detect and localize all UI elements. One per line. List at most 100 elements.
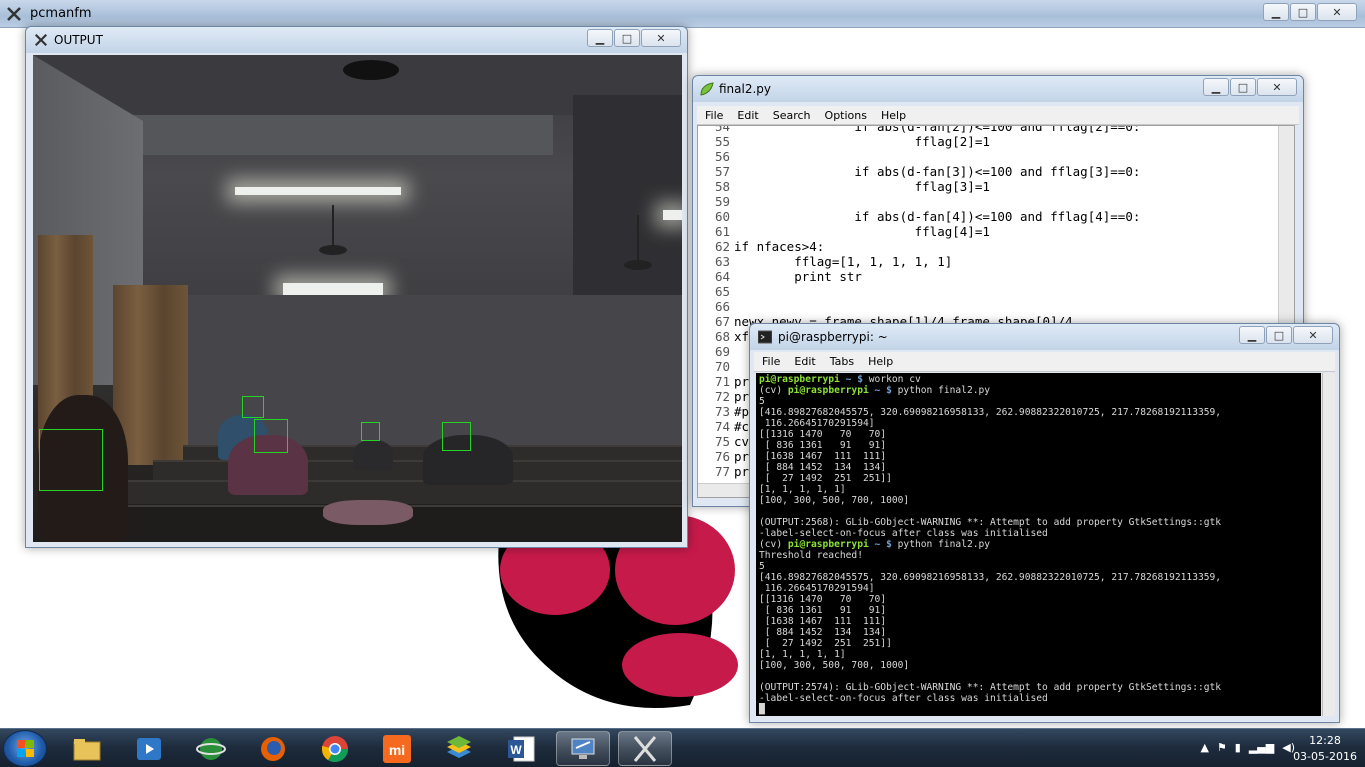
prompt-prefix: (cv) [759,385,788,396]
pcmanfm-titlebar[interactable]: pcmanfm ▁ □ ✕ [0,0,1365,28]
output-window[interactable]: OUTPUT ▁ □ ✕ [25,26,688,548]
line-text: #c [734,419,750,434]
minimize-button[interactable]: ▁ [1239,326,1265,344]
action-center-icon[interactable]: ⚑ [1217,741,1227,754]
taskbar-chrome[interactable] [308,731,362,766]
taskbar-mi-app[interactable]: mi [370,731,424,766]
ceiling-light [283,283,383,295]
terminal-title: pi@raspberrypi: ~ [778,330,888,344]
taskbar-firefox[interactable] [246,731,300,766]
line-number: 72 [714,389,730,404]
prompt-user: pi@raspberrypi [759,374,840,385]
line-text: if abs(d-fan[4])<=100 and fflag[4]==0: [734,209,1141,224]
menu-search[interactable]: Search [773,109,811,122]
line-text: fflag=[1, 1, 1, 1, 1] [734,254,953,269]
maximize-button[interactable]: □ [1266,326,1292,344]
line-number: 68 [714,329,730,344]
line-text: fflag[4]=1 [734,224,990,239]
code-line: 58 fflag[3]=1 [698,179,1140,194]
clock-time: 12:28 [1309,734,1341,747]
ceiling-fan [624,215,652,270]
code-line: 56 [698,149,1140,164]
menu-edit[interactable]: Edit [794,355,815,368]
terminal-line: [100, 300, 500, 700, 1000] [759,660,910,671]
taskbar-bluestacks[interactable] [432,731,486,766]
close-button[interactable]: ✕ [1293,326,1333,344]
code-line: 64 print str [698,269,1140,284]
minimize-button[interactable]: ▁ [1263,3,1289,21]
maximize-button[interactable]: □ [1290,3,1316,21]
code-line: 57 if abs(d-fan[3])<=100 and fflag[3]==0… [698,164,1140,179]
taskbar-explorer[interactable] [60,731,114,766]
terminal-line: [ 884 1452 134 134] [759,462,887,473]
line-text: xf [734,329,750,344]
terminal-output[interactable]: pi@raspberrypi ~ $ workon cv (cv) pi@rasp… [756,373,1321,716]
terminal-line: [ 27 1492 251 251]] [759,638,892,649]
prompt-path: ~ $ [839,374,863,385]
code-line: 59 [698,194,1140,209]
menu-file[interactable]: File [762,355,780,368]
show-hidden-icons-icon[interactable]: ▲ [1200,741,1208,754]
terminal-icon [758,330,772,344]
maximize-button[interactable]: □ [1230,78,1256,96]
terminal-line: █ [759,704,765,715]
line-text: pr [734,374,750,389]
line-number: 67 [714,314,730,329]
minimize-button[interactable]: ▁ [587,29,613,47]
terminal-line: -label-select-on-focus after class was i… [759,693,1048,704]
menu-edit[interactable]: Edit [737,109,758,122]
face-detection-box [442,422,471,451]
camera-frame [33,55,682,542]
chrome-icon [321,735,349,762]
prompt-user: pi@raspberrypi [787,385,869,396]
terminal-menubar: File Edit Tabs Help [754,352,1335,372]
terminal-line: (cv) pi@raspberrypi ~ $ python final2.py [759,539,1221,550]
battery-icon[interactable]: ▮ [1235,741,1241,754]
menu-tabs[interactable]: Tabs [830,355,854,368]
terminal-line: [416.89827682045575, 320.69098216958133,… [759,407,1222,418]
terminal-line: pi@raspberrypi ~ $ workon cv [759,374,1221,385]
terminal-titlebar[interactable]: pi@raspberrypi: ~ ▁ □ ✕ [750,324,1339,350]
line-number: 58 [714,179,730,194]
line-number: 65 [714,284,730,299]
code-line: 62 if nfaces>4: [698,239,1140,254]
close-button[interactable]: ✕ [1257,78,1297,96]
close-button[interactable]: ✕ [1317,3,1357,21]
start-button[interactable] [3,730,47,767]
close-button[interactable]: ✕ [641,29,681,47]
menu-help[interactable]: Help [881,109,906,122]
clock[interactable]: 12:28 03-05-2016 [1293,733,1357,765]
prompt-command: python final2.py [891,385,991,396]
face-detection-box [39,429,103,491]
code-line: 61 fflag[4]=1 [698,224,1140,239]
ceiling-light [235,187,401,195]
menu-file[interactable]: File [705,109,723,122]
maximize-button[interactable]: □ [614,29,640,47]
line-number: 54 [714,125,730,134]
line-number: 71 [714,374,730,389]
terminal-line: (cv) pi@raspberrypi ~ $ python final2.py [759,385,1221,396]
editor-titlebar[interactable]: final2.py ▁ □ ✕ [693,76,1303,102]
terminal-window[interactable]: pi@raspberrypi: ~ ▁ □ ✕ File Edit Tabs H… [749,323,1340,723]
minimize-button[interactable]: ▁ [1203,78,1229,96]
code-line: 55 fflag[2]=1 [698,134,1140,149]
output-titlebar[interactable]: OUTPUT ▁ □ ✕ [26,27,687,53]
vertical-scrollbar[interactable] [1322,373,1335,716]
taskbar-word[interactable]: W [494,731,548,766]
line-number: 64 [714,269,730,284]
line-text: if nfaces>4: [734,239,825,254]
menu-help[interactable]: Help [868,355,893,368]
line-number: 66 [714,299,730,314]
taskbar-xming[interactable] [618,731,672,766]
line-number: 75 [714,434,730,449]
mi-icon: mi [383,734,411,763]
line-number: 69 [714,344,730,359]
line-number: 73 [714,404,730,419]
taskbar-media-player[interactable] [122,731,176,766]
menu-options[interactable]: Options [825,109,867,122]
taskbar-remote-desktop[interactable] [556,731,610,766]
network-signal-icon[interactable]: ▂▄▆ [1249,741,1274,754]
taskbar: mi W ▲ ⚑ ▮ ▂▄▆ ◀) 12:28 03-05-2016 [0,728,1365,767]
taskbar-network-app[interactable] [184,731,238,766]
word-icon: W [508,736,535,761]
